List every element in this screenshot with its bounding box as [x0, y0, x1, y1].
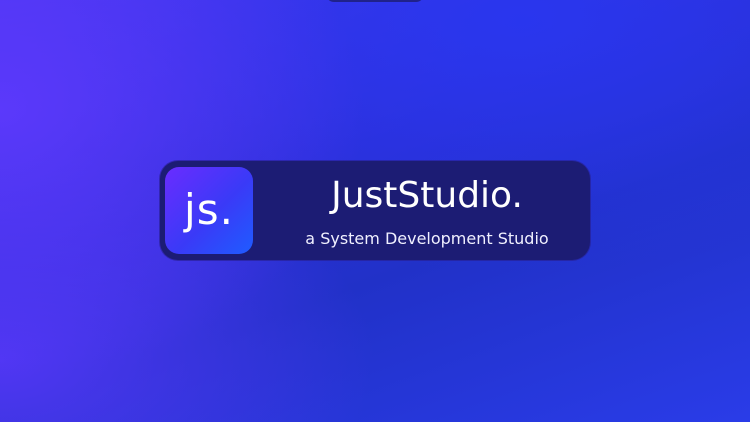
brand-name: JustStudio.: [331, 175, 523, 216]
brand-tagline: a System Development Studio: [305, 229, 549, 248]
top-notch: [326, 0, 424, 2]
brand-card: js. JustStudio. a System Development Stu…: [160, 161, 590, 260]
logo-text: js.: [184, 184, 234, 234]
logo-tile: js.: [165, 167, 253, 254]
